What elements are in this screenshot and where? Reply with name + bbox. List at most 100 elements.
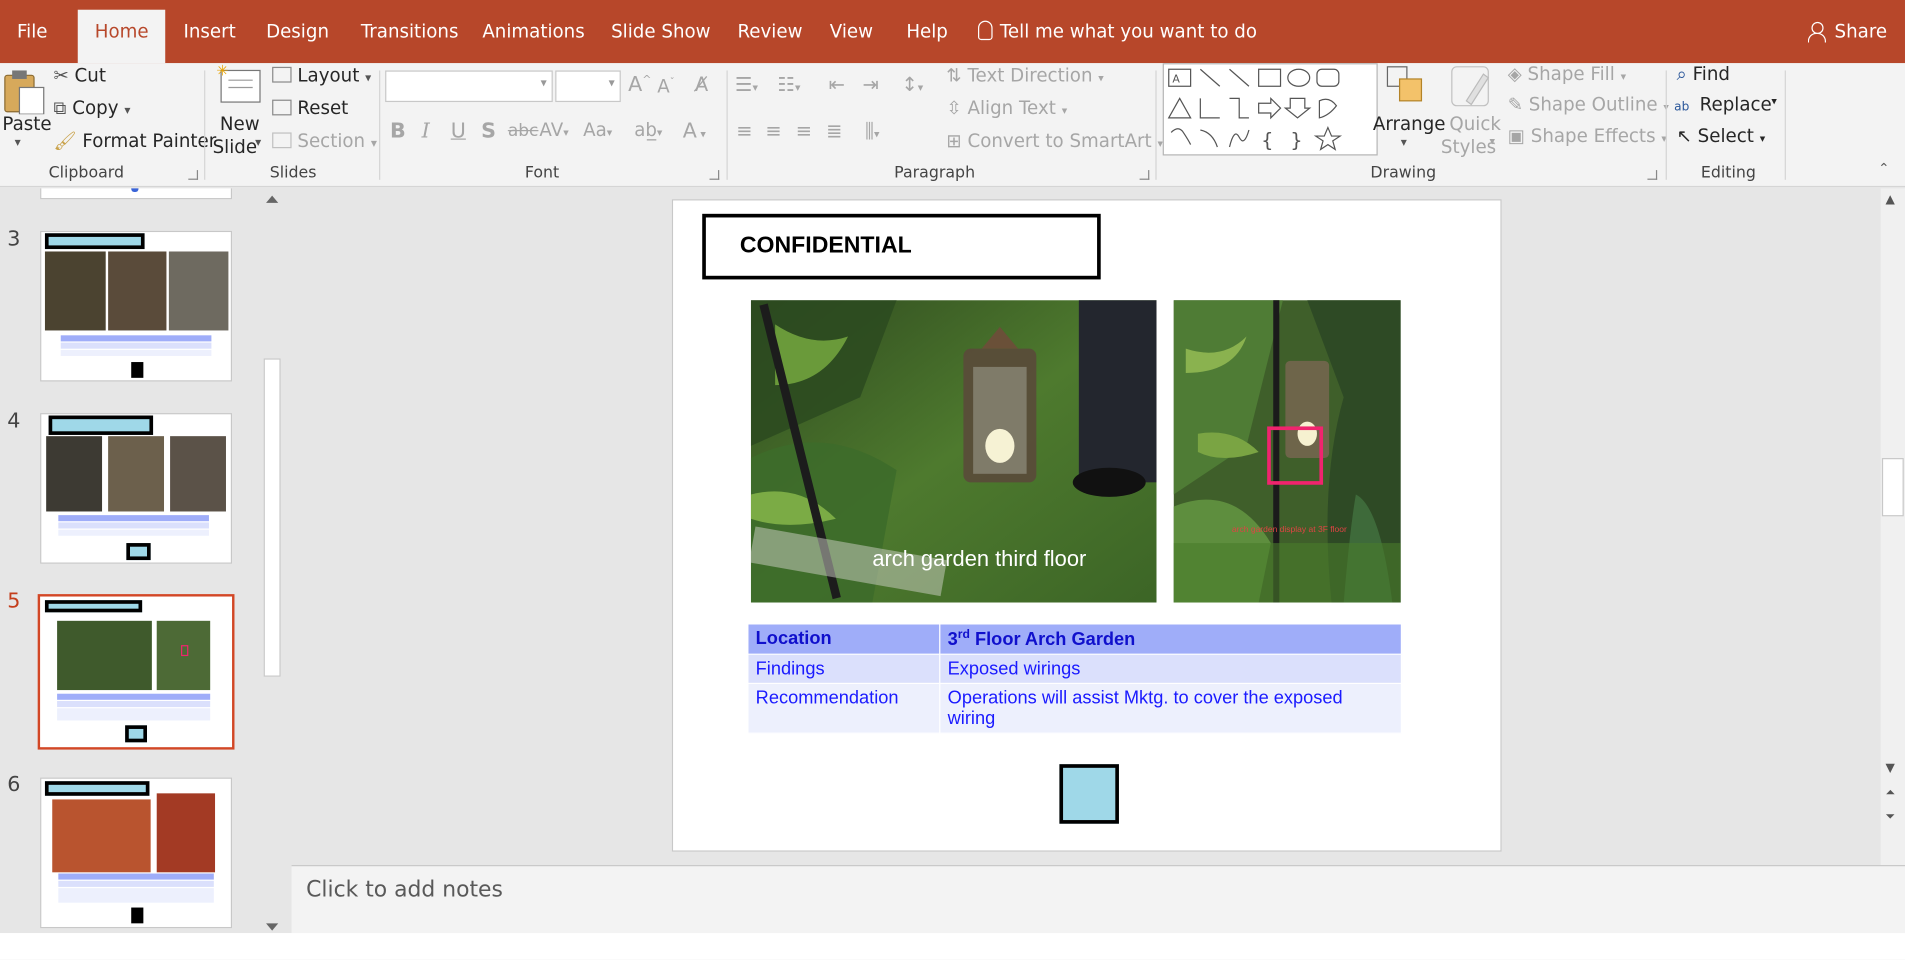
shape-outline-button[interactable]: ✎ Shape Outline ▾ — [1508, 94, 1669, 116]
font-launcher[interactable] — [709, 170, 720, 180]
drawing-group-label: Drawing — [1370, 164, 1437, 183]
paragraph-group-label: Paragraph — [894, 164, 976, 183]
clear-format-button[interactable]: A̸ — [695, 73, 708, 96]
findings-table[interactable]: Location 3rd Floor Arch Garden Findings … — [747, 623, 1403, 734]
find-button[interactable]: ⌕ Find — [1677, 63, 1730, 85]
share-button[interactable]: Share — [1807, 0, 1887, 63]
notes-placeholder: Click to add notes — [306, 877, 503, 903]
text-direction-button[interactable]: ⇅ Text Direction ▾ — [946, 64, 1103, 86]
layout-button[interactable]: Layout ▾ — [272, 64, 371, 86]
justify-button[interactable]: ≣ — [826, 119, 842, 142]
scroll-down-icon[interactable]: ▼ — [1886, 762, 1895, 775]
cyan-square-shape[interactable] — [1059, 764, 1119, 824]
tab-review[interactable]: Review — [737, 0, 802, 63]
bullets-button[interactable]: ☰▾ — [735, 73, 758, 96]
magnifier-icon: ⌕ — [1676, 63, 1687, 86]
scroll-down-icon[interactable] — [266, 923, 279, 931]
photo-lantern-closeup[interactable]: arch garden display at 3F floor — [1173, 300, 1401, 603]
tab-slide-show[interactable]: Slide Show — [611, 0, 710, 63]
tab-insert[interactable]: Insert — [183, 0, 235, 63]
shape-effects-button[interactable]: ▣ Shape Effects ▾ — [1508, 125, 1667, 147]
photo2-caption: arch garden display at 3F floor — [1231, 526, 1347, 535]
tab-view[interactable]: View — [830, 0, 873, 63]
align-text-icon: ⇳ — [946, 97, 962, 120]
table-value-cell: Operations will assist Mktg. to cover th… — [939, 682, 1403, 734]
replace-button[interactable]: ab Replace ▾ — [1674, 94, 1777, 116]
char-spacing-button[interactable]: AV▾ — [539, 119, 568, 141]
align-left-button[interactable]: ≡ — [736, 119, 752, 142]
shape-fill-button[interactable]: ◈ Shape Fill ▾ — [1508, 63, 1626, 85]
highlight-frame — [1267, 426, 1324, 485]
convert-smartart-button[interactable]: ⊞ Convert to SmartArt ▾ — [946, 130, 1163, 152]
clipboard-launcher[interactable] — [188, 170, 199, 180]
paste-icon — [4, 70, 45, 115]
bold-button[interactable]: B — [390, 119, 406, 143]
font-color-button[interactable]: A ▾ — [683, 119, 706, 143]
tab-animations[interactable]: Animations — [482, 0, 584, 63]
shadow-button[interactable]: S — [481, 119, 496, 143]
section-button[interactable]: Section ▾ — [272, 130, 377, 152]
tab-file[interactable]: File — [17, 0, 48, 63]
notes-pane[interactable]: Click to add notes — [291, 865, 1905, 934]
select-button[interactable]: ↖ Select ▾ — [1677, 125, 1766, 147]
drawing-launcher[interactable] — [1647, 170, 1658, 180]
next-slide-icon[interactable]: ⏷ — [1886, 810, 1896, 823]
tab-home[interactable]: Home — [77, 9, 166, 64]
text-direction-icon: ⇅ — [946, 64, 962, 87]
italic-button[interactable]: I — [422, 119, 430, 143]
scroll-thumb[interactable] — [263, 358, 281, 677]
reset-button[interactable]: Reset — [272, 97, 348, 119]
columns-button[interactable]: ⫼▾ — [865, 119, 879, 143]
slide-thumbnails-pane: 3 4 5 6 — [0, 188, 290, 936]
thumbnail-slide-6[interactable] — [40, 777, 233, 929]
slide-editor: CONFIDENTIAL arch garden third floor arc… — [291, 188, 1879, 866]
font-size-field[interactable] — [555, 70, 621, 103]
underline-button[interactable]: U — [451, 119, 466, 143]
table-row: Recommendation Operations will assist Mk… — [747, 682, 1403, 734]
collapse-ribbon-button[interactable]: ⌃ — [1878, 160, 1889, 176]
current-slide[interactable]: CONFIDENTIAL arch garden third floor arc… — [671, 199, 1502, 852]
scroll-up-icon[interactable] — [266, 195, 279, 203]
align-center-button[interactable]: ≡ — [765, 119, 781, 142]
paragraph-launcher[interactable] — [1139, 170, 1150, 180]
arrange-icon — [1386, 66, 1423, 102]
strikethrough-button[interactable]: abc — [508, 121, 539, 140]
font-name-field[interactable] — [385, 70, 553, 103]
slides-group-label: Slides — [269, 164, 317, 183]
cut-button[interactable]: ✂ Cut — [53, 64, 106, 86]
thumbnail-number: 5 — [7, 589, 21, 614]
highlight-button[interactable]: ab̲▾ — [634, 119, 662, 141]
line-spacing-button[interactable]: ↕▾ — [901, 73, 923, 96]
change-case-button[interactable]: Aa▾ — [583, 119, 612, 141]
photo-lantern-garden[interactable]: arch garden third floor — [750, 300, 1157, 603]
effects-icon: ▣ — [1507, 125, 1525, 148]
tab-transitions[interactable]: Transitions — [361, 0, 459, 63]
editor-scrollbar[interactable]: ▲ ▼ ⏶ ⏷ — [1880, 188, 1905, 866]
copy-button[interactable]: ⧉ Copy ▾ — [53, 97, 130, 119]
scroll-up-icon[interactable]: ▲ — [1886, 193, 1895, 206]
thumbnail-slide-2[interactable] — [40, 188, 233, 200]
thumbnails-scrollbar[interactable] — [260, 188, 284, 935]
tell-me-search[interactable]: Tell me what you want to do — [978, 0, 1257, 63]
numbering-button[interactable]: ☷▾ — [778, 73, 801, 96]
align-right-button[interactable]: ≡ — [796, 119, 812, 142]
thumbnail-slide-4[interactable] — [40, 413, 233, 564]
thumbnail-slide-5-selected[interactable] — [37, 594, 235, 750]
svg-text:}: } — [1290, 129, 1302, 152]
thumbnail-slide-3[interactable] — [40, 230, 233, 382]
shapes-gallery[interactable]: A { } ▲ ▼ ▾ — [1162, 63, 1378, 156]
shrink-font-button[interactable]: Aˇ — [657, 75, 674, 97]
tab-design[interactable]: Design — [266, 0, 329, 63]
grow-font-button[interactable]: A^ — [628, 73, 651, 97]
decrease-indent-button[interactable]: ⇤ — [829, 73, 845, 96]
svg-text:{: { — [1261, 129, 1273, 152]
confidential-box[interactable]: CONFIDENTIAL — [702, 213, 1101, 280]
clipboard-group-label: Clipboard — [48, 164, 125, 183]
previous-slide-icon[interactable]: ⏶ — [1886, 786, 1896, 799]
align-text-button[interactable]: ⇳ Align Text ▾ — [946, 97, 1067, 119]
tab-help[interactable]: Help — [906, 0, 948, 63]
scroll-thumb[interactable] — [1881, 458, 1904, 517]
table-value-cell: Exposed wirings — [939, 653, 1403, 684]
format-painter-button[interactable]: 🖌 Format Painter — [53, 130, 216, 152]
increase-indent-button[interactable]: ⇥ — [863, 73, 879, 96]
